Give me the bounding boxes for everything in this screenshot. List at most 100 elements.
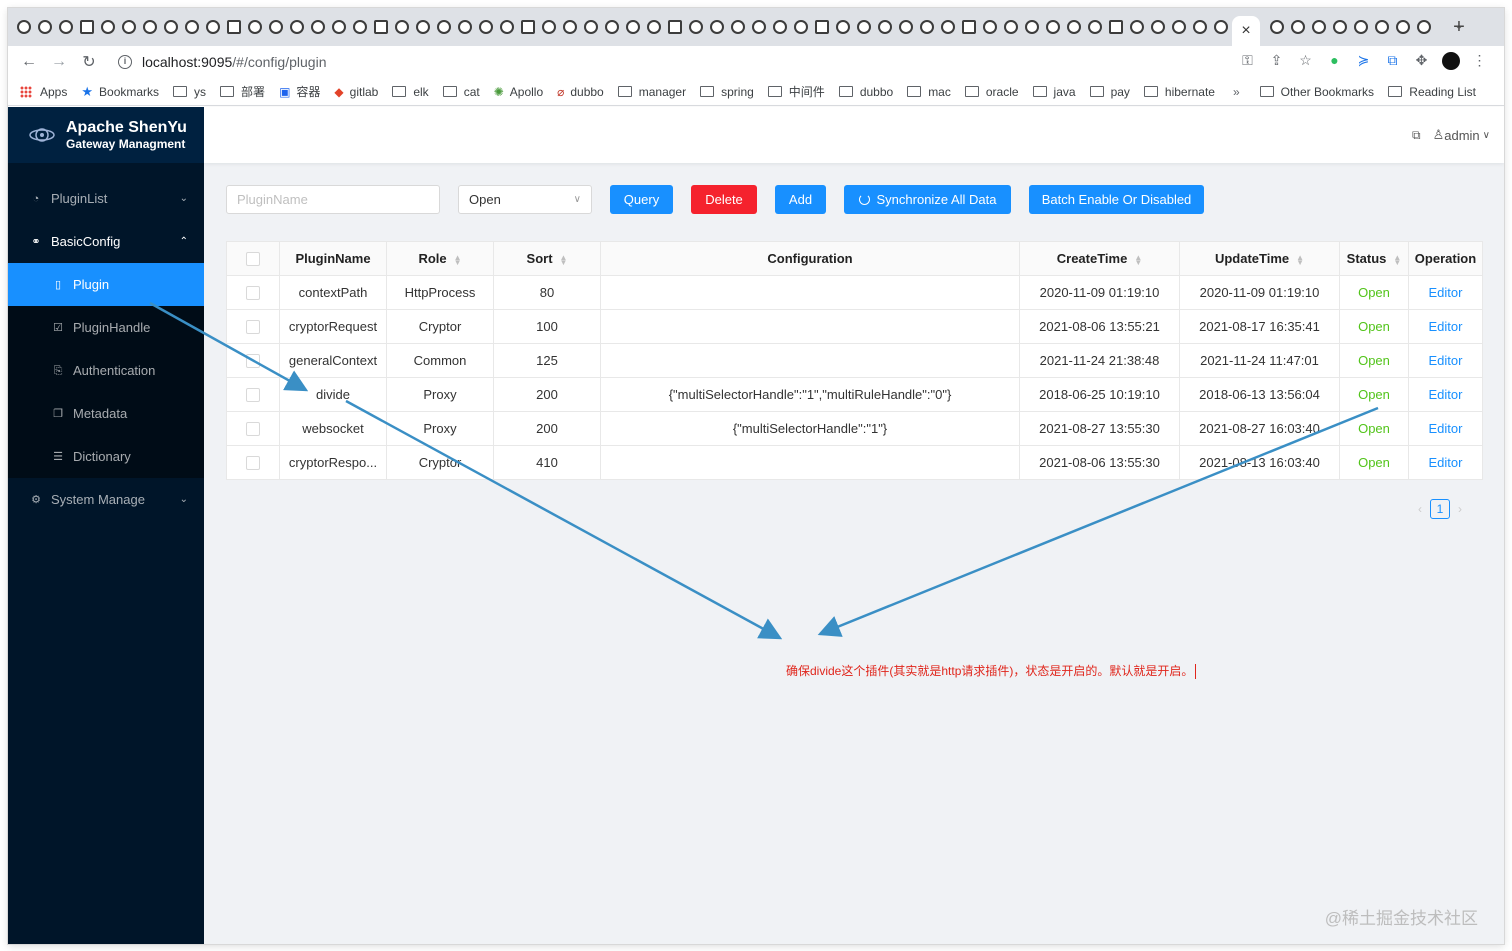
evernote-extension-icon[interactable]: ● xyxy=(1320,52,1349,70)
row-checkbox[interactable] xyxy=(246,354,260,369)
share-icon[interactable]: ⇪ xyxy=(1262,52,1291,70)
browser-tab[interactable] xyxy=(1148,17,1168,37)
bookmark-item[interactable]: 中间件 xyxy=(767,83,825,100)
browser-tab[interactable] xyxy=(35,17,55,37)
browser-tab[interactable] xyxy=(1043,17,1063,37)
browser-tab[interactable] xyxy=(1127,17,1147,37)
sidebar-item-system-manage[interactable]: ⚙ System Manage ⌄ xyxy=(8,478,204,521)
browser-tab[interactable] xyxy=(854,17,874,37)
browser-tab[interactable] xyxy=(392,17,412,37)
bookmark-item[interactable]: dubbo xyxy=(838,85,893,99)
bookmark-item[interactable]: pay xyxy=(1089,85,1130,99)
active-tab-close-button[interactable]: × xyxy=(1232,16,1260,46)
browser-tab[interactable] xyxy=(1267,17,1287,37)
browser-tab[interactable] xyxy=(644,17,664,37)
plugin-name-input[interactable] xyxy=(226,184,440,214)
browser-tab[interactable] xyxy=(749,17,769,37)
sort-icon[interactable]: ▲ ▼ xyxy=(1134,253,1142,266)
browser-tab[interactable] xyxy=(980,17,1000,37)
browser-tab[interactable] xyxy=(56,17,76,37)
browser-tab[interactable] xyxy=(1309,17,1329,37)
browser-tab[interactable] xyxy=(812,17,832,37)
bookmark-item[interactable]: cat xyxy=(442,85,480,99)
browser-tab[interactable] xyxy=(350,17,370,37)
row-checkbox[interactable] xyxy=(246,388,260,403)
browser-tab[interactable] xyxy=(770,17,790,37)
browser-tab[interactable] xyxy=(455,17,475,37)
browser-tab[interactable] xyxy=(1169,17,1189,37)
add-button[interactable]: Add xyxy=(775,184,826,214)
bookmark-item[interactable]: spring xyxy=(700,85,754,99)
browser-tab[interactable] xyxy=(1022,17,1042,37)
browser-tab[interactable] xyxy=(98,17,118,37)
browser-tab[interactable] xyxy=(728,17,748,37)
row-checkbox[interactable] xyxy=(246,422,260,437)
browser-tab[interactable] xyxy=(371,17,391,37)
column-header-createtime[interactable]: CreateTime ▲ ▼ xyxy=(1019,241,1180,276)
browser-tab[interactable] xyxy=(707,17,727,37)
bookmark-item[interactable]: 部署 xyxy=(220,83,265,100)
site-info-icon[interactable]: i xyxy=(118,55,132,69)
browser-tab[interactable] xyxy=(623,17,643,37)
user-menu[interactable]: admin xyxy=(1444,128,1479,143)
sidebar-item-pluginlist[interactable]: ◔ PluginList ⌄ xyxy=(8,177,204,220)
page-1-button[interactable]: 1 xyxy=(1430,499,1450,519)
browser-tab[interactable] xyxy=(602,17,622,37)
sidebar-item-basicconfig[interactable]: ⚭ BasicConfig ⌃ xyxy=(8,220,204,263)
key-icon[interactable]: ⚿ xyxy=(1233,52,1262,70)
browser-tab[interactable] xyxy=(266,17,286,37)
browser-tab[interactable] xyxy=(434,17,454,37)
browser-tab[interactable] xyxy=(875,17,895,37)
next-page-button[interactable]: › xyxy=(1458,502,1462,516)
browser-tab[interactable] xyxy=(938,17,958,37)
browser-tab[interactable] xyxy=(1190,17,1210,37)
sort-icon[interactable]: ▲ ▼ xyxy=(1296,253,1304,266)
sidebar-item-plugin[interactable]: ▯ Plugin xyxy=(8,263,204,306)
browser-tab[interactable] xyxy=(77,17,97,37)
back-arrow-icon[interactable]: ← xyxy=(14,53,44,71)
browser-tab[interactable] xyxy=(1085,17,1105,37)
browser-tab[interactable] xyxy=(1393,17,1413,37)
sidebar-item-authentication[interactable]: ⎘ Authentication xyxy=(8,349,204,392)
address-bar[interactable]: i localhost:9095/#/config/plugin xyxy=(118,49,1178,75)
browser-tab[interactable] xyxy=(476,17,496,37)
browser-tab[interactable] xyxy=(896,17,916,37)
browser-tab[interactable] xyxy=(245,17,265,37)
row-checkbox[interactable] xyxy=(246,456,260,471)
row-checkbox[interactable] xyxy=(246,320,260,335)
browser-tab[interactable] xyxy=(182,17,202,37)
browser-tab[interactable] xyxy=(14,17,34,37)
bookmark-item[interactable]: manager xyxy=(617,85,686,99)
browser-tab[interactable] xyxy=(308,17,328,37)
column-header-status[interactable]: Status ▲ ▼ xyxy=(1339,241,1409,276)
browser-tab[interactable] xyxy=(917,17,937,37)
browser-tab[interactable] xyxy=(140,17,160,37)
browser-tab[interactable] xyxy=(497,17,517,37)
forward-arrow-icon[interactable]: → xyxy=(44,53,74,71)
browser-menu-icon[interactable]: ⋮ xyxy=(1465,52,1494,70)
browser-tab[interactable] xyxy=(413,17,433,37)
prev-page-button[interactable]: ‹ xyxy=(1418,502,1422,516)
bookmark-item[interactable]: ◆ gitlab xyxy=(334,85,378,99)
column-header-role[interactable]: Role ▲ ▼ xyxy=(386,241,494,276)
delete-button[interactable]: Delete xyxy=(691,184,757,214)
browser-tab[interactable] xyxy=(1414,17,1434,37)
bookmark-item[interactable]: oracle xyxy=(964,85,1019,99)
browser-tab[interactable] xyxy=(224,17,244,37)
browser-tab[interactable] xyxy=(1372,17,1392,37)
browser-tab[interactable] xyxy=(1001,17,1021,37)
logo[interactable]: Apache ShenYu Gateway Managment xyxy=(8,107,204,163)
browser-tab[interactable] xyxy=(1288,17,1308,37)
sort-icon[interactable]: ▲ ▼ xyxy=(454,253,462,266)
profile-avatar[interactable] xyxy=(1436,52,1465,71)
bookmark-item[interactable]: elk xyxy=(392,85,429,99)
browser-tab[interactable] xyxy=(581,17,601,37)
browser-tab[interactable] xyxy=(119,17,139,37)
browser-tab[interactable] xyxy=(1064,17,1084,37)
browser-tab[interactable] xyxy=(518,17,538,37)
browser-tab[interactable] xyxy=(287,17,307,37)
browser-tab[interactable] xyxy=(665,17,685,37)
row-checkbox[interactable] xyxy=(246,286,260,301)
sidebar-item-dictionary[interactable]: ☰ Dictionary xyxy=(8,435,204,478)
browser-tab[interactable] xyxy=(791,17,811,37)
